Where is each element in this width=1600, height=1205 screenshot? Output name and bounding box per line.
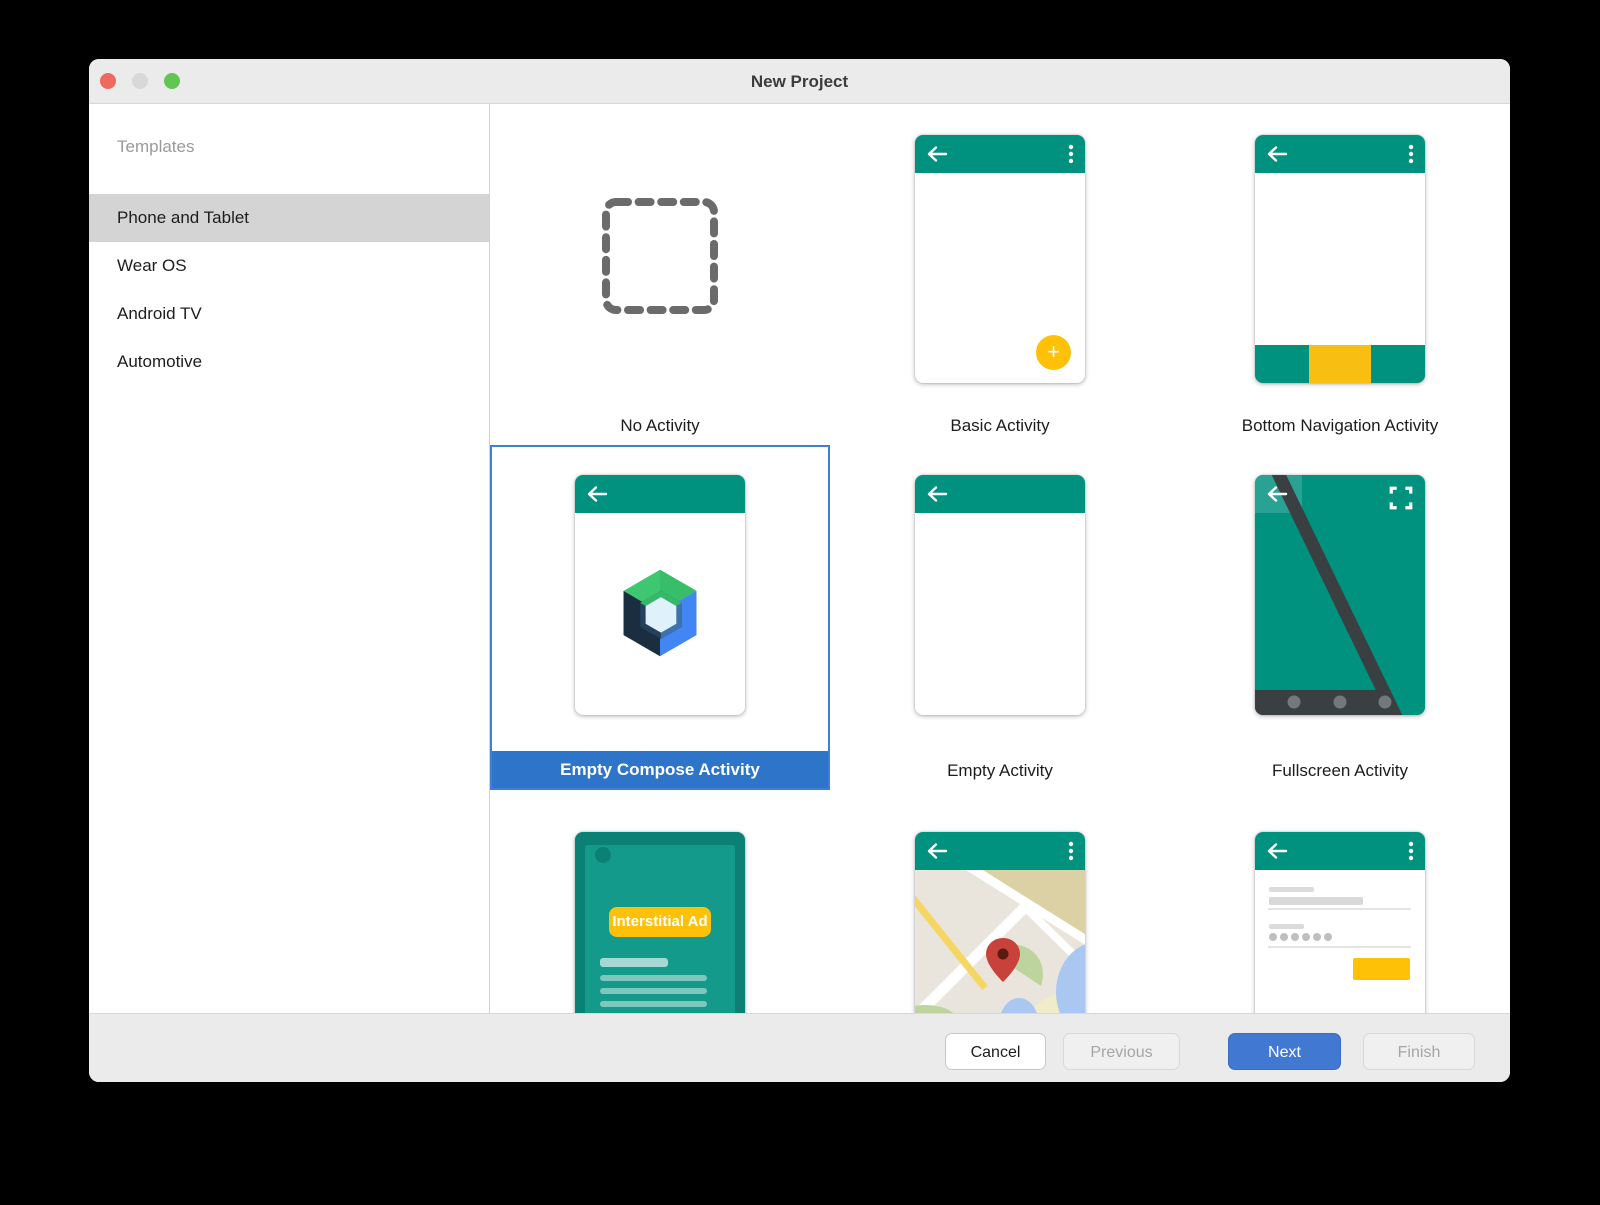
template-tile-login-activity[interactable] [1170,790,1510,1013]
field-value-placeholder [1269,897,1363,905]
back-arrow-icon [1266,842,1290,860]
sidebar-item-wear-os[interactable]: Wear OS [89,242,489,290]
previous-button[interactable]: Previous [1063,1033,1180,1070]
text-placeholder-line [600,975,707,981]
phone-mockup [915,832,1085,1013]
title-bar: New Project [89,59,1510,104]
sidebar-item-phone-and-tablet[interactable]: Phone and Tablet [89,194,489,242]
back-arrow-icon [926,842,950,860]
overflow-menu-icon [1068,144,1074,164]
cancel-button[interactable]: Cancel [945,1033,1046,1070]
phone-mockup [1255,135,1425,383]
template-tile-maps-activity[interactable] [830,790,1170,1013]
template-tile-empty-compose-activity[interactable]: Empty Compose Activity [490,445,830,790]
back-arrow-icon [1266,485,1290,503]
template-gallery: No Activity + Basic Activity [490,104,1510,1013]
back-arrow-icon [926,485,950,503]
fullscreen-art [1255,475,1425,715]
finish-button[interactable]: Finish [1363,1033,1475,1070]
template-tile-empty-activity[interactable]: Empty Activity [830,445,1170,790]
dialog-footer: Cancel Previous Next Finish [89,1013,1510,1082]
next-button[interactable]: Next [1228,1033,1341,1070]
field-underline [1268,946,1411,948]
field-label-placeholder [1269,887,1314,892]
fab-plus-icon: + [1036,335,1071,370]
template-tile-basic-activity[interactable]: + Basic Activity [830,104,1170,445]
template-tile-fullscreen-activity[interactable]: Fullscreen Activity [1170,445,1510,790]
window-title: New Project [89,59,1510,104]
overflow-menu-icon [1408,841,1414,861]
template-tile-bottom-navigation-activity[interactable]: Bottom Navigation Activity [1170,104,1510,445]
back-arrow-icon [586,485,610,503]
text-placeholder-line [600,988,707,994]
template-label: Fullscreen Activity [1170,752,1510,790]
templates-sidebar: Templates Phone and Tablet Wear OS Andro… [89,104,490,1013]
template-label: Bottom Navigation Activity [1170,407,1510,445]
template-tile-no-activity[interactable]: No Activity [490,104,830,445]
template-tile-ads-activity[interactable]: Interstitial Ad [490,790,830,1013]
camera-dot-icon [595,847,611,863]
text-placeholder-line [600,1001,707,1007]
sidebar-item-automotive[interactable]: Automotive [89,338,489,386]
template-label: Basic Activity [830,407,1170,445]
phone-mockup [915,475,1085,715]
template-label: Empty Activity [830,752,1170,790]
login-button-placeholder [1353,958,1410,980]
field-label-placeholder [1269,924,1304,929]
phone-mockup: + [915,135,1085,383]
password-dots [1269,933,1332,941]
sidebar-header: Templates [89,126,489,168]
phone-mockup [1255,832,1425,1013]
template-label: Empty Compose Activity [492,751,828,788]
text-placeholder-line [600,958,668,967]
overflow-menu-icon [1068,841,1074,861]
template-label: No Activity [490,407,830,445]
phone-mockup [1255,475,1425,715]
overflow-menu-icon [1408,144,1414,164]
new-project-dialog: New Project Templates Phone and Tablet W… [89,59,1510,1082]
back-arrow-icon [926,145,950,163]
sidebar-item-android-tv[interactable]: Android TV [89,290,489,338]
bottom-navigation-bar [1255,345,1425,383]
screenshot-root: New Project Templates Phone and Tablet W… [0,0,1600,1205]
phone-mockup: Interstitial Ad [575,832,745,1013]
login-form-mockup [1255,870,1425,1013]
jetpack-compose-logo [612,565,708,661]
phone-mockup [575,475,745,715]
back-arrow-icon [1266,145,1290,163]
fullscreen-icon [1388,485,1414,511]
dashed-placeholder-icon [600,196,720,316]
interstitial-ad-badge: Interstitial Ad [609,907,711,937]
map-art [915,870,1085,1013]
field-underline [1268,908,1411,910]
